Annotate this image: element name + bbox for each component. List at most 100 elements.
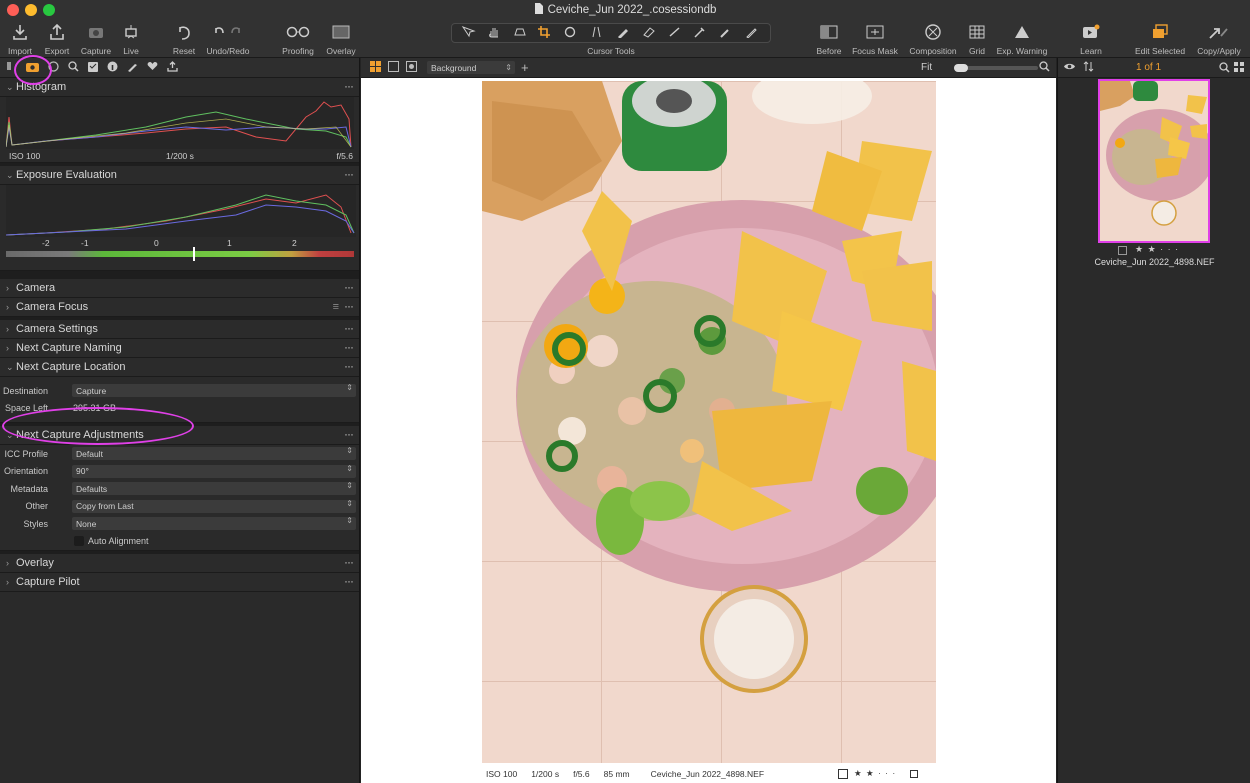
live-button[interactable]: Live — [108, 22, 154, 56]
more-options-icon[interactable]: ··· — [344, 555, 354, 569]
histogram-panel: ISO 100 1/200 s f/5.6 — [0, 97, 359, 163]
eye-icon[interactable] — [1063, 62, 1076, 74]
picker-icon[interactable] — [693, 26, 709, 41]
next-capture-naming-section-header[interactable]: › Next Capture Naming ··· — [0, 339, 359, 358]
zoom-slider[interactable] — [954, 64, 1038, 72]
select-cursor-icon[interactable] — [461, 25, 477, 41]
brush-tab-icon[interactable] — [127, 61, 138, 75]
overlay-section-header[interactable]: › Overlay ··· — [0, 554, 359, 573]
info-tab-icon[interactable] — [107, 61, 118, 75]
photo-focal-length: 85 mm — [603, 768, 630, 779]
destination-select[interactable]: Capture ⇕ — [72, 383, 356, 398]
sort-icon[interactable] — [1083, 60, 1094, 75]
more-options-icon[interactable]: ··· — [344, 574, 354, 588]
background-select[interactable]: Background ⇕ — [427, 61, 515, 74]
photo-shutter: 1/200 s — [531, 768, 560, 779]
exposure-graph — [6, 185, 356, 237]
pan-hand-icon[interactable] — [487, 26, 503, 41]
crosshair-icon[interactable]: + — [521, 60, 529, 75]
brush-icon[interactable] — [616, 26, 632, 41]
styles-label: Styles — [23, 518, 48, 529]
more-options-icon[interactable]: ··· — [344, 79, 354, 93]
other-select[interactable]: Copy from Last ⇕ — [72, 499, 356, 513]
photo-rating[interactable]: ★ ★ · · · — [854, 768, 896, 779]
thumbnail-rating[interactable]: ★ ★ · · · — [1135, 244, 1179, 255]
color-tag-icon[interactable] — [910, 769, 919, 778]
heart-tab-icon[interactable] — [147, 61, 158, 74]
up-down-icon: ⇕ — [346, 463, 353, 473]
orientation-select[interactable]: 90° ⇕ — [72, 463, 356, 478]
histogram-section-header[interactable]: ⌄ Histogram ··· — [0, 78, 359, 97]
single-view-icon[interactable] — [388, 60, 399, 75]
main-photo[interactable] — [482, 81, 936, 763]
loupe-icon[interactable] — [513, 26, 529, 41]
exposure-evaluation-section-header[interactable]: ⌄ Exposure Evaluation ··· — [0, 166, 359, 185]
more-options-icon[interactable]: ··· — [344, 280, 354, 294]
more-options-icon[interactable]: ··· — [344, 427, 354, 441]
app-window: Ceviche_Jun 2022_.cosessiondb Import Exp… — [0, 0, 1250, 783]
exposure-warning-button[interactable]: Exp. Warning — [997, 22, 1047, 56]
exposure-evaluation-panel: -2 -1 0 1 2 — [0, 185, 359, 271]
keystone-icon[interactable] — [590, 26, 606, 41]
composition-button[interactable]: Composition — [909, 22, 957, 56]
before-icon — [820, 22, 838, 42]
up-down-icon: ⇕ — [346, 446, 353, 456]
learn-button[interactable]: Learn — [1068, 22, 1114, 56]
chevron-right-icon: › — [6, 577, 9, 587]
rotate-icon[interactable] — [564, 26, 580, 41]
proofing-button[interactable]: Proofing — [275, 22, 321, 56]
thumbnail-frame[interactable] — [1098, 79, 1210, 243]
multi-view-icon[interactable] — [370, 60, 381, 75]
photo-iso: ISO 100 — [486, 768, 518, 779]
zoom-search-icon[interactable] — [1039, 61, 1050, 75]
photo-select-checkbox[interactable] — [838, 768, 849, 779]
browser-search-icon[interactable] — [1219, 62, 1230, 76]
zoom-window-button[interactable] — [43, 4, 55, 16]
more-options-icon[interactable]: ··· — [344, 299, 354, 313]
up-down-icon: ⇕ — [346, 516, 353, 526]
camera-settings-section-header[interactable]: › Camera Settings ··· — [0, 320, 359, 339]
eraser-icon[interactable] — [642, 26, 658, 41]
edit-selected-button[interactable]: Edit Selected — [1135, 22, 1185, 56]
crop-icon[interactable] — [538, 25, 554, 41]
more-options-icon[interactable]: ··· — [344, 340, 354, 354]
camera-focus-section-header[interactable]: › Camera Focus ≡ ··· — [0, 298, 359, 317]
overlay-button[interactable]: Overlay — [318, 22, 364, 56]
zoom-slider-thumb[interactable] — [954, 64, 968, 72]
close-window-button[interactable] — [7, 4, 19, 16]
focus-mask-button[interactable]: Focus Mask — [852, 22, 898, 56]
reset-button[interactable]: Reset — [161, 22, 207, 56]
auto-alignment-checkbox[interactable] — [74, 536, 84, 547]
styles-select[interactable]: None ⇕ — [72, 516, 356, 531]
proof-view-icon[interactable] — [406, 60, 417, 75]
output-tab-icon[interactable] — [167, 60, 178, 75]
more-options-icon[interactable]: ··· — [344, 359, 354, 373]
next-capture-adjustments-panel: ICC Profile Default ⇕ Orientation 90° ⇕ Me… — [0, 445, 359, 551]
linear-gradient-icon[interactable] — [668, 26, 684, 41]
before-button[interactable]: Before — [806, 22, 852, 56]
icc-profile-label: ICC Profile — [4, 448, 48, 459]
grid-button[interactable]: Grid — [954, 22, 1000, 56]
camera-section-header[interactable]: › Camera ··· — [0, 279, 359, 298]
window-title: Ceviche_Jun 2022_.cosessiondb — [547, 4, 717, 16]
chevron-down-icon: ⌄ — [6, 81, 14, 92]
search-tab-icon[interactable] — [68, 60, 79, 75]
minimize-window-button[interactable] — [25, 4, 37, 16]
browser-grid-icon[interactable] — [1234, 62, 1245, 76]
copy-apply-button[interactable]: Copy/Apply — [1196, 22, 1242, 56]
chevron-right-icon: › — [6, 302, 9, 312]
annotate-icon[interactable] — [745, 26, 761, 41]
capture-pilot-section-header[interactable]: › Capture Pilot ··· — [0, 573, 359, 592]
metadata-select[interactable]: Defaults ⇕ — [72, 481, 356, 496]
up-down-icon: ⇕ — [346, 481, 353, 491]
icc-profile-select[interactable]: Default ⇕ — [72, 446, 356, 461]
more-options-icon[interactable]: ··· — [344, 167, 354, 181]
play-video-icon — [1082, 22, 1100, 42]
white-balance-picker-icon[interactable] — [719, 26, 735, 41]
more-options-icon[interactable]: ··· — [344, 321, 354, 335]
thumbnail-checkbox[interactable] — [1118, 246, 1127, 255]
next-capture-location-section-header[interactable]: ⌄ Next Capture Location ··· — [0, 358, 359, 377]
adjustments-tab-icon[interactable] — [88, 61, 98, 75]
fit-label[interactable]: Fit — [921, 62, 932, 73]
undo-redo-button[interactable]: Undo/Redo — [205, 22, 251, 56]
